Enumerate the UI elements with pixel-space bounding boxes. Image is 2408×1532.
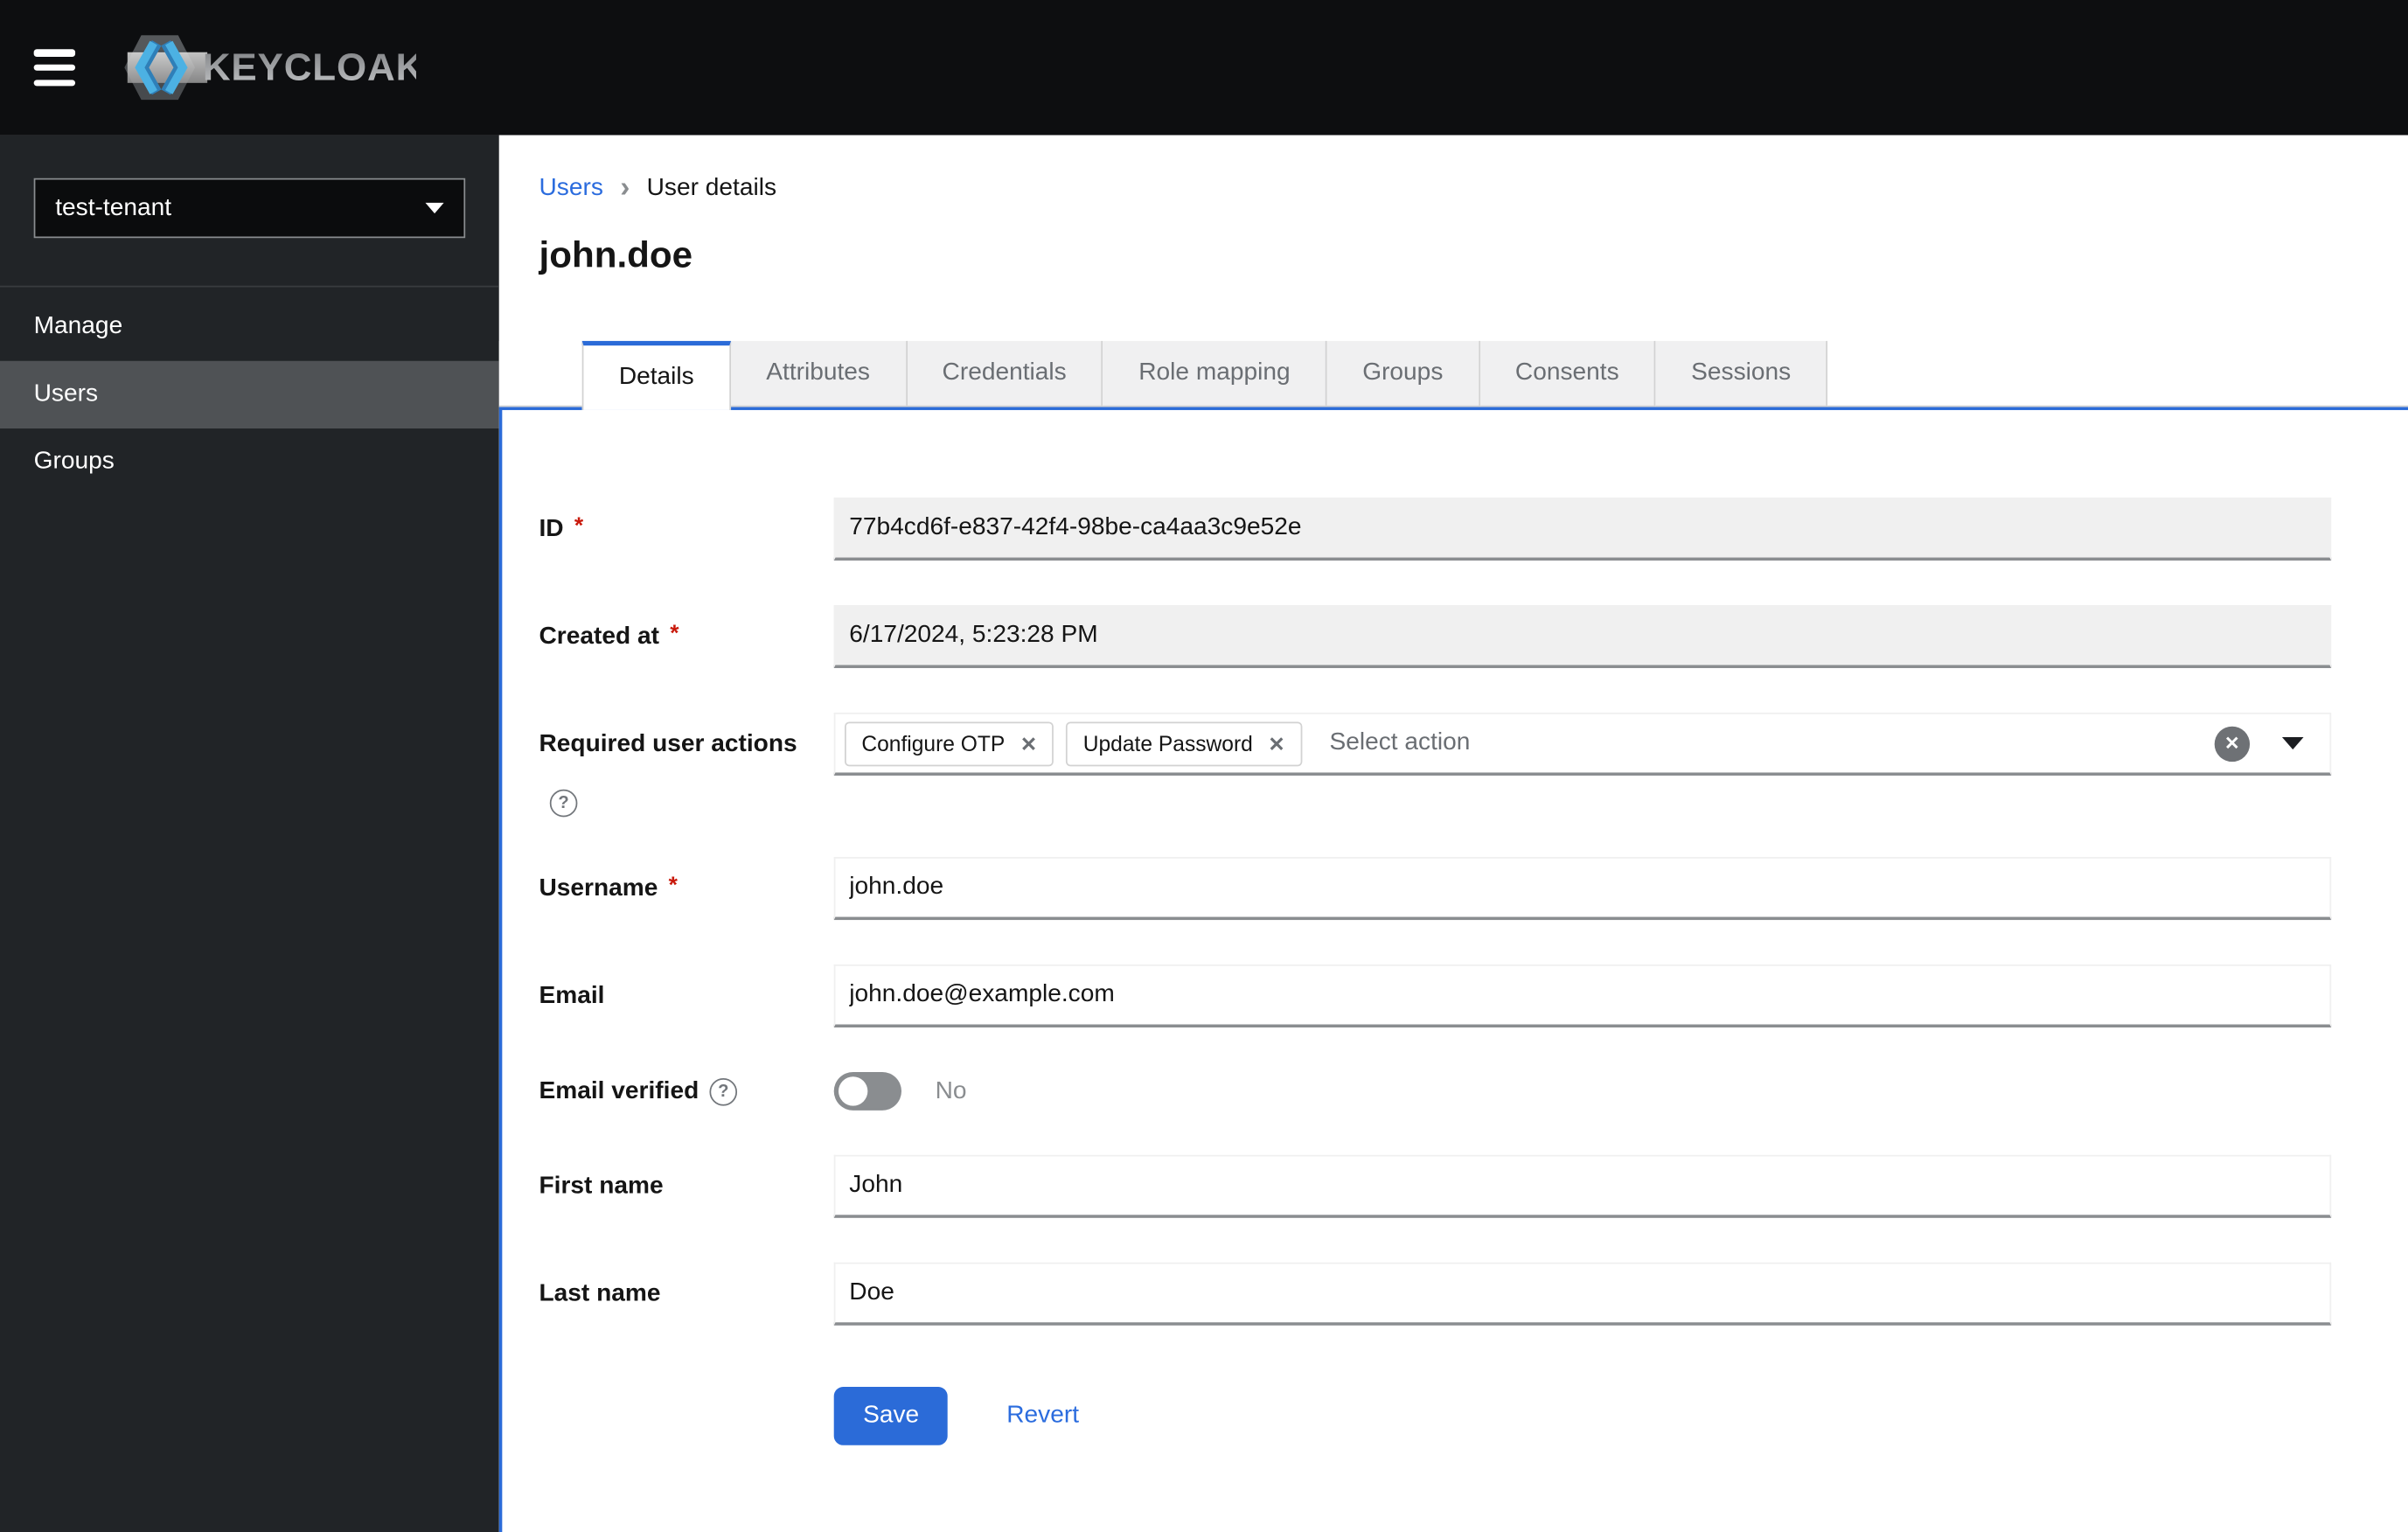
required-user-actions-multiselect[interactable]: Configure OTP ✕ Update Password ✕ ✕ bbox=[833, 712, 2332, 776]
required-asterisk: * bbox=[670, 620, 679, 647]
keycloak-logo-graphic: KEYCLOAK bbox=[124, 35, 416, 101]
form-row-created-at: Created at * bbox=[539, 605, 2332, 669]
save-button[interactable]: Save bbox=[833, 1387, 949, 1445]
form-row-email-verified: Email verified ? No bbox=[539, 1071, 2331, 1111]
username-field[interactable] bbox=[833, 857, 2332, 921]
last-name-label: Last name bbox=[539, 1279, 661, 1306]
tabs-left-spacer bbox=[498, 340, 582, 407]
brand-text: KEYCLOAK bbox=[203, 45, 416, 88]
details-panel: ID * Created at * bbox=[498, 407, 2408, 1532]
form-actions: Save Revert bbox=[833, 1387, 2331, 1445]
top-header: KEYCLOAK bbox=[0, 0, 2408, 136]
tabs-right-filler bbox=[1827, 340, 2408, 407]
chip-configure-otp: Configure OTP ✕ bbox=[845, 721, 1054, 766]
keycloak-logo: KEYCLOAK bbox=[124, 32, 416, 103]
form-row-first-name: First name bbox=[539, 1154, 2332, 1218]
hamburger-menu-icon[interactable] bbox=[33, 49, 76, 87]
username-label: Username * bbox=[539, 872, 678, 902]
form-row-last-name: Last name bbox=[539, 1262, 2332, 1326]
sidebar-nav: Users Groups bbox=[0, 360, 499, 497]
email-label: Email bbox=[539, 982, 605, 1009]
breadcrumb: Users › User details bbox=[539, 173, 2408, 202]
sidebar-item-groups[interactable]: Groups bbox=[0, 428, 499, 496]
id-field[interactable] bbox=[833, 498, 2332, 561]
chip-update-password: Update Password ✕ bbox=[1066, 721, 1302, 766]
sidebar: test-tenant Manage Users Groups bbox=[0, 135, 499, 1532]
select-action-input[interactable] bbox=[1326, 728, 2215, 759]
help-icon[interactable]: ? bbox=[709, 1077, 738, 1105]
required-asterisk: * bbox=[574, 512, 584, 540]
chip-remove-icon[interactable]: ✕ bbox=[1020, 734, 1037, 754]
required-user-actions-label: Required user actions ? bbox=[539, 713, 833, 818]
app-root: KEYCLOAK test-tenant Manage Users Groups bbox=[0, 0, 2408, 1532]
sidebar-item-users[interactable]: Users bbox=[0, 360, 499, 429]
tab-credentials[interactable]: Credentials bbox=[907, 340, 1103, 407]
dropdown-caret-icon[interactable] bbox=[2281, 737, 2304, 750]
tab-consents[interactable]: Consents bbox=[1479, 340, 1656, 407]
created-at-field[interactable] bbox=[833, 605, 2332, 669]
first-name-label: First name bbox=[539, 1172, 664, 1199]
main-content: Users › User details john.doe Details At… bbox=[498, 135, 2408, 1532]
required-asterisk: * bbox=[668, 872, 678, 899]
nav-section-label: Manage bbox=[33, 313, 123, 340]
id-label: ID * bbox=[539, 512, 584, 542]
clear-selection-icon[interactable]: ✕ bbox=[2214, 725, 2251, 762]
chip-remove-icon[interactable]: ✕ bbox=[1268, 734, 1284, 754]
tab-groups[interactable]: Groups bbox=[1326, 340, 1480, 407]
breadcrumb-users-link[interactable]: Users bbox=[539, 173, 602, 202]
revert-link[interactable]: Revert bbox=[1006, 1403, 1079, 1431]
email-verified-label: Email verified ? bbox=[539, 1077, 833, 1105]
realm-selector-value: test-tenant bbox=[55, 194, 172, 221]
form-row-required-user-actions: Required user actions ? Configure OTP ✕ … bbox=[539, 712, 2332, 818]
realm-selector-section: test-tenant bbox=[0, 136, 499, 288]
created-at-label: Created at * bbox=[539, 620, 679, 650]
last-name-field[interactable] bbox=[833, 1262, 2332, 1326]
toggle-knob bbox=[838, 1076, 868, 1106]
first-name-field[interactable] bbox=[833, 1154, 2332, 1218]
email-field[interactable] bbox=[833, 964, 2332, 1028]
tab-attributes[interactable]: Attributes bbox=[730, 340, 908, 407]
tab-details[interactable]: Details bbox=[581, 340, 731, 410]
email-verified-state: No bbox=[935, 1077, 967, 1104]
realm-selector[interactable]: test-tenant bbox=[33, 178, 466, 239]
email-verified-toggle[interactable] bbox=[833, 1071, 901, 1111]
tab-role-mapping[interactable]: Role mapping bbox=[1103, 340, 1327, 407]
page-title: john.doe bbox=[539, 234, 693, 277]
chevron-down-icon bbox=[425, 202, 444, 214]
breadcrumb-separator-icon: › bbox=[620, 171, 630, 204]
tab-bar: Details Attributes Credentials Role mapp… bbox=[498, 340, 2408, 410]
tab-sessions[interactable]: Sessions bbox=[1655, 340, 1828, 407]
form-row-email: Email bbox=[539, 964, 2332, 1028]
breadcrumb-current: User details bbox=[646, 175, 777, 202]
form-row-id: ID * bbox=[539, 498, 2332, 561]
form-row-username: Username * bbox=[539, 857, 2332, 921]
help-icon[interactable]: ? bbox=[549, 789, 578, 818]
